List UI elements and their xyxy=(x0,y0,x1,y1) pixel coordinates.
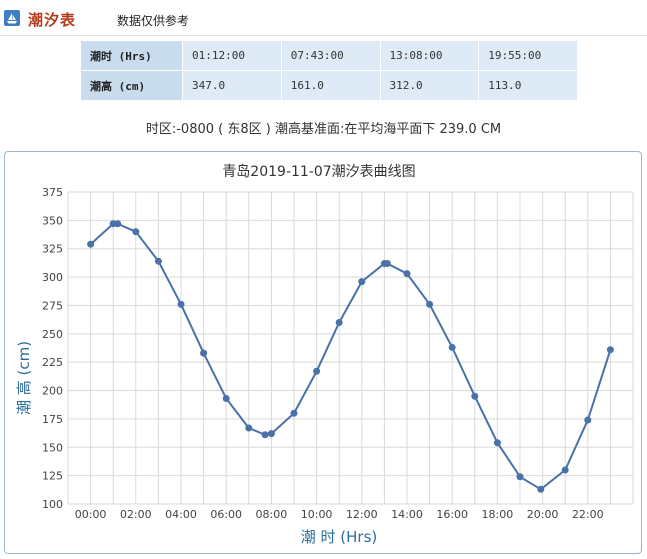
y-tick-label: 200 xyxy=(42,385,63,398)
data-point xyxy=(290,409,298,417)
data-point xyxy=(261,431,269,439)
table-cell: 19:55:00 xyxy=(478,40,578,71)
data-point xyxy=(313,367,321,375)
x-tick-label: 02:00 xyxy=(120,508,152,521)
y-tick-label: 125 xyxy=(42,470,63,483)
chart-title: 青岛2019-11-07潮汐表曲线图 xyxy=(222,164,415,180)
data-point xyxy=(200,349,208,357)
data-point xyxy=(154,257,162,265)
header-divider xyxy=(0,35,647,36)
data-point xyxy=(493,439,501,447)
x-tick-label: 18:00 xyxy=(482,508,514,521)
y-tick-label: 175 xyxy=(42,413,63,426)
header-bar: 潮汐表 数据仅供参考 xyxy=(0,0,647,36)
data-point xyxy=(383,259,391,267)
grid-lines xyxy=(67,191,634,505)
y-tick-label: 350 xyxy=(42,214,63,227)
y-tick-label: 225 xyxy=(42,356,63,369)
x-tick-label: 04:00 xyxy=(165,508,197,521)
x-tick-label: 00:00 xyxy=(75,508,107,521)
page-title: 潮汐表 xyxy=(28,11,77,29)
table-cell: 161.0 xyxy=(280,70,381,101)
data-point xyxy=(114,220,122,228)
y-tick-label: 375 xyxy=(42,186,63,199)
x-axis-title: 潮 时 (Hrs) xyxy=(301,528,378,546)
row-header-height: 潮高 (cm) xyxy=(80,70,183,101)
table-cell: 312.0 xyxy=(379,70,480,101)
ship-icon xyxy=(4,10,20,26)
tide-table: 潮时 (Hrs) 01:12:00 07:43:00 13:08:00 19:5… xyxy=(80,40,578,101)
data-point xyxy=(561,466,569,474)
row-header-time: 潮时 (Hrs) xyxy=(80,40,183,71)
timezone-datum-info: 时区:-0800 ( 东8区 ) 潮高基准面:在平均海平面下 239.0 CM xyxy=(145,122,502,137)
y-tick-label: 300 xyxy=(42,271,63,284)
disclaimer-note: 数据仅供参考 xyxy=(117,14,190,28)
data-point xyxy=(87,240,95,248)
data-point xyxy=(584,416,592,424)
table-row: 潮高 (cm) 347.0 161.0 312.0 113.0 xyxy=(80,70,578,101)
series-line xyxy=(89,222,612,491)
y-tick-label: 150 xyxy=(42,441,63,454)
x-tick-label: 22:00 xyxy=(572,508,604,521)
table-cell: 13:08:00 xyxy=(379,40,480,71)
data-point xyxy=(471,392,479,400)
x-tick-label: 14:00 xyxy=(391,508,423,521)
data-point xyxy=(177,300,185,308)
series-layer xyxy=(87,220,614,493)
data-point xyxy=(358,278,366,286)
chart-panel: 100 125 150 175 200 225 250 275 300 325 350 375 00:0… xyxy=(4,151,642,554)
table-cell: 07:43:00 xyxy=(280,40,381,71)
table-cell: 01:12:00 xyxy=(182,40,282,71)
x-tick-label: 20:00 xyxy=(527,508,559,521)
y-axis-title: 潮 高 (cm) xyxy=(15,341,33,415)
y-tick-label: 100 xyxy=(42,498,63,511)
table-row: 潮时 (Hrs) 01:12:00 07:43:00 13:08:00 19:5… xyxy=(80,40,578,71)
data-point xyxy=(222,394,230,402)
data-point xyxy=(403,270,411,278)
data-point xyxy=(606,346,614,354)
data-point xyxy=(448,343,456,351)
table-cell: 347.0 xyxy=(182,70,282,101)
data-point xyxy=(132,228,140,236)
x-tick-label: 06:00 xyxy=(210,508,242,521)
data-point xyxy=(267,430,275,438)
axis-labels: 100 125 150 175 200 225 250 275 300 325 350 375 00:0… xyxy=(42,186,604,521)
data-point xyxy=(516,473,524,481)
data-point xyxy=(537,485,545,493)
tide-chart: 100 125 150 175 200 225 250 275 300 325 350 375 00:0… xyxy=(15,164,634,546)
data-point xyxy=(245,424,253,432)
x-tick-label: 16:00 xyxy=(436,508,468,521)
x-tick-label: 10:00 xyxy=(301,508,333,521)
data-point xyxy=(335,318,343,326)
data-point xyxy=(426,300,434,308)
y-tick-label: 250 xyxy=(42,328,63,341)
x-tick-label: 12:00 xyxy=(346,508,378,521)
table-cell: 113.0 xyxy=(478,70,578,101)
x-tick-label: 08:00 xyxy=(256,508,288,521)
y-tick-label: 325 xyxy=(42,243,63,256)
y-tick-label: 275 xyxy=(42,299,63,312)
